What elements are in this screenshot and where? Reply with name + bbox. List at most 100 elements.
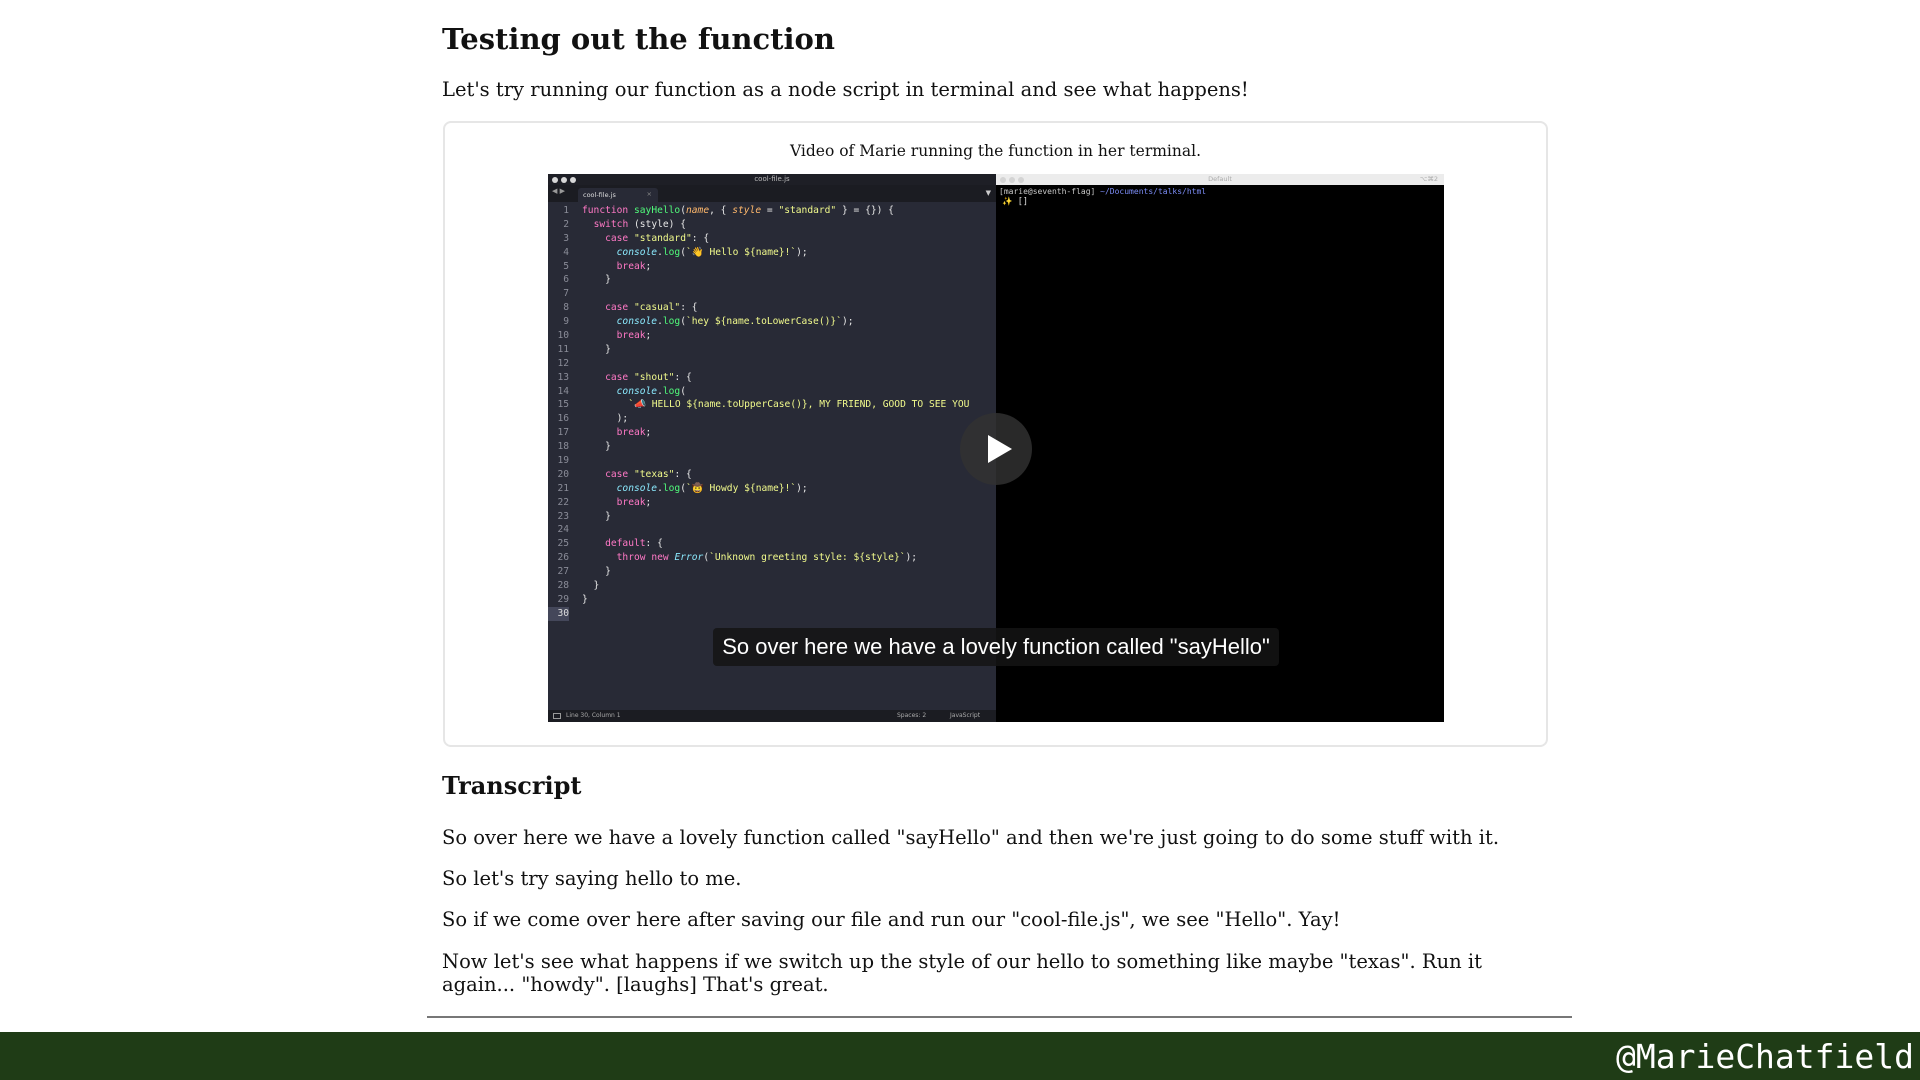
- code-text: }: [582, 580, 600, 592]
- editor-window-title: cool-file.js: [754, 175, 790, 183]
- terminal-prompt-path: ~/Documents/talks/html: [1100, 187, 1207, 196]
- code-text: `📣 HELLO ${name.toUpperCase()}, MY FRIEN…: [628, 399, 970, 411]
- line-number: 8: [563, 302, 569, 314]
- footer-handle: @MarieChatfield: [1615, 1037, 1914, 1076]
- line-number: 30: [548, 606, 569, 621]
- code-line: 15 `📣 HELLO ${name.toUpperCase()}, MY FR…: [548, 398, 996, 412]
- code-text: case "texas": {: [605, 468, 692, 480]
- video-caption: Video of Marie running the function in h…: [789, 142, 1201, 160]
- code-view: 1 function sayHello(name, { style = "stan…: [548, 204, 996, 621]
- code-text: console.log(`hey ${name.toLowerCase()}`)…: [616, 316, 854, 328]
- line-number: 9: [563, 316, 569, 328]
- code-line: 23 }: [548, 510, 996, 524]
- video-card: Video of Marie running the function in h…: [443, 121, 1548, 747]
- line-number: 7: [563, 288, 569, 300]
- code-line: 8 case "casual": {: [548, 301, 996, 315]
- code-text: }: [582, 343, 611, 355]
- line-number: 19: [557, 455, 569, 467]
- code-line: 29}: [548, 593, 996, 607]
- editor-statusbar: Line 30, Column 1 Spaces: 2 JavaScript: [548, 710, 996, 722]
- code-text: );: [582, 413, 629, 425]
- code-line: 4 console.log(`👋 Hello ${name}!`);: [548, 246, 996, 260]
- code-line: 22 break;: [548, 496, 996, 510]
- line-number: 20: [557, 468, 569, 480]
- line-number: 27: [557, 566, 569, 578]
- code-text: console.log(: [616, 385, 686, 397]
- play-button[interactable]: [960, 413, 1032, 485]
- line-number: 28: [557, 580, 569, 592]
- terminal-prompt: [marie@seventh-flag] ~/Documents/talks/h…: [999, 187, 1206, 196]
- code-text: }: [582, 593, 588, 605]
- transcript-title: Transcript: [442, 771, 582, 800]
- chevron-down-icon: ▼: [985, 189, 991, 197]
- code-line: 19: [548, 454, 996, 468]
- code-text: }: [582, 510, 611, 522]
- divider: [427, 1016, 1572, 1018]
- code-text: case "standard": {: [605, 232, 710, 244]
- code-line: 27 }: [548, 565, 996, 579]
- code-line: 25 default: {: [548, 537, 996, 551]
- line-number: 4: [563, 246, 569, 258]
- section-intro: Let's try running our function as a node…: [442, 78, 1249, 101]
- code-text: break;: [616, 496, 652, 508]
- code-line: 6 }: [548, 273, 996, 287]
- status-language: JavaScript: [950, 712, 981, 719]
- line-number: 11: [557, 343, 569, 355]
- code-text: break;: [616, 330, 652, 342]
- status-position: Line 30, Column 1: [566, 712, 621, 719]
- code-line: 9 console.log(`hey ${name.toLowerCase()}…: [548, 315, 996, 329]
- line-number: 3: [563, 232, 569, 244]
- code-text: break;: [616, 427, 652, 439]
- line-number: 2: [563, 218, 569, 230]
- code-line: 7: [548, 287, 996, 301]
- line-number: 15: [557, 399, 569, 411]
- line-number: 17: [557, 427, 569, 439]
- code-text: switch (style) {: [593, 218, 686, 230]
- line-number: 5: [563, 260, 569, 272]
- code-text: }: [582, 441, 611, 453]
- terminal-shortcut: ⌥⌘2: [1419, 175, 1438, 183]
- transcript-paragraph: So over here we have a lovely function c…: [442, 826, 1500, 849]
- line-number: 12: [557, 357, 569, 369]
- editor-tab-label: cool-file.js: [583, 191, 616, 199]
- video-subtitle-wrap: So over here we have a lovely function c…: [548, 628, 1444, 666]
- line-number: 1: [563, 205, 569, 216]
- code-line: 10 break;: [548, 329, 996, 343]
- code-text: case "shout": {: [605, 371, 692, 383]
- line-number: 14: [557, 385, 569, 397]
- line-number: 6: [563, 274, 569, 286]
- line-number: 10: [557, 330, 569, 342]
- line-number: 23: [557, 510, 569, 522]
- tab-close-icon: ×: [646, 190, 652, 198]
- footer: @MarieChatfield: [0, 1032, 1920, 1080]
- code-text: }: [582, 274, 611, 286]
- code-line: 16 );: [548, 412, 996, 426]
- code-line: 3 case "standard": {: [548, 232, 996, 246]
- code-text: break;: [616, 260, 652, 272]
- code-line: 2 switch (style) {: [548, 218, 996, 232]
- terminal-titlebar: Default ⌥⌘2: [996, 174, 1444, 185]
- code-line: 13 case "shout": {: [548, 371, 996, 385]
- section-title: Testing out the function: [442, 22, 835, 56]
- panel-icon: [553, 713, 561, 719]
- line-number: 26: [557, 552, 569, 564]
- code-line: 1 function sayHello(name, { style = "stan…: [548, 204, 996, 218]
- line-number: 18: [557, 441, 569, 453]
- code-line: 24: [548, 523, 996, 537]
- code-line: 30: [548, 606, 996, 621]
- editor-tabbar: ◀ ▶ cool-file.js × ▼: [548, 185, 996, 202]
- code-text: function sayHello(name, { style = "stand…: [582, 205, 894, 216]
- play-icon: [988, 435, 1012, 463]
- line-number: 16: [557, 413, 569, 425]
- line-number: 25: [557, 538, 569, 550]
- line-number: 29: [557, 593, 569, 605]
- code-line: 11 }: [548, 343, 996, 357]
- code-line: 20 case "texas": {: [548, 468, 996, 482]
- editor-tab: cool-file.js ×: [578, 188, 658, 202]
- code-line: 12: [548, 357, 996, 371]
- code-line: 28 }: [548, 579, 996, 593]
- transcript-paragraph: Now let's see what happens if we switch …: [442, 950, 1482, 996]
- terminal-prompt-user: [marie@seventh-flag]: [999, 187, 1101, 196]
- terminal-cursor-line: ✨ []: [1002, 197, 1028, 207]
- video-player[interactable]: cool-file.js ◀ ▶ cool-file.js × ▼ 1 funct…: [548, 174, 1444, 722]
